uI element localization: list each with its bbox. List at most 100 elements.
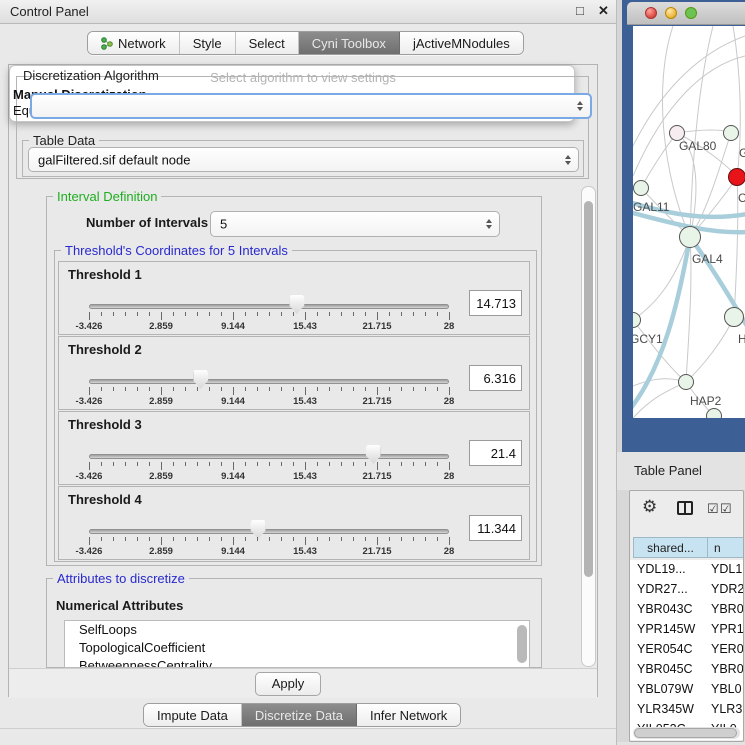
cell-name: YPR1 bbox=[711, 622, 744, 636]
slider-track[interactable] bbox=[89, 529, 449, 534]
algorithm-combobox[interactable] bbox=[30, 93, 592, 119]
network-node-gal11[interactable] bbox=[633, 180, 649, 196]
tab-infer-network[interactable]: Infer Network bbox=[357, 704, 460, 726]
close-traffic-light-icon[interactable] bbox=[645, 7, 657, 19]
tab-select[interactable]: Select bbox=[236, 32, 299, 54]
table-row[interactable]: YPR145W YPR1 bbox=[630, 620, 743, 640]
table-data-combobox[interactable]: galFiltered.sif default node bbox=[28, 147, 579, 172]
node-label: H bbox=[738, 332, 745, 346]
minimize-traffic-light-icon[interactable] bbox=[665, 7, 677, 19]
network-window-titlebar[interactable] bbox=[627, 2, 745, 25]
cell-shared-name: YBL079W bbox=[637, 682, 693, 696]
gear-icon[interactable]: ⚙ bbox=[642, 497, 657, 517]
threshold-box: Threshold 2 -3.4262.8599.14415.4321.7152… bbox=[58, 336, 530, 410]
column-header-shared[interactable]: shared... bbox=[633, 537, 708, 558]
slider-track[interactable] bbox=[89, 454, 449, 459]
table-row[interactable]: YBR045CYBR0 bbox=[630, 660, 743, 680]
list-scrollbar[interactable] bbox=[517, 625, 527, 663]
slider-ticks bbox=[89, 312, 449, 321]
network-node-c[interactable] bbox=[728, 168, 745, 186]
threshold-box: Threshold 4 -3.4262.8599.14415.4321.7152… bbox=[58, 486, 530, 560]
slider-ticks bbox=[89, 537, 449, 546]
network-node-ga[interactable] bbox=[723, 125, 739, 141]
table-row[interactable]: YDL19... YDL1 bbox=[630, 560, 743, 580]
node-label: GA bbox=[739, 146, 745, 160]
threshold-slider[interactable]: -3.4262.8599.14415.4321.71528 bbox=[59, 487, 529, 559]
table-row[interactable]: YLR345WYLR3 bbox=[630, 700, 743, 720]
control-panel: Control Panel □ ✕ NetworkStyleSelect Cyni… bbox=[0, 0, 617, 745]
threshold-value-field[interactable] bbox=[469, 515, 522, 541]
table-data-title: Table Data bbox=[29, 133, 99, 148]
slider-tick-labels: -3.4262.8599.14415.4321.71528 bbox=[89, 396, 449, 408]
tab-style[interactable]: Style bbox=[180, 32, 236, 54]
attribute-item[interactable]: SelfLoops bbox=[65, 621, 529, 639]
tab-network[interactable]: Network bbox=[88, 32, 180, 54]
zoom-traffic-light-icon[interactable] bbox=[685, 7, 697, 19]
slider-track[interactable] bbox=[89, 379, 449, 384]
content-scrollbar-thumb[interactable] bbox=[584, 201, 593, 577]
cell-shared-name: YER054C bbox=[637, 642, 693, 656]
network-node[interactable] bbox=[706, 408, 722, 418]
cell-shared-name: YBR043C bbox=[637, 602, 693, 616]
table-row[interactable]: YER054CYER0 bbox=[630, 640, 743, 660]
slider-track[interactable] bbox=[89, 304, 449, 309]
table-data-value: galFiltered.sif default node bbox=[38, 152, 190, 167]
checkbox-checked-icon[interactable]: ☑ bbox=[707, 501, 719, 517]
cell-shared-name: YPR145W bbox=[637, 622, 695, 636]
table-row[interactable]: YBL079W YBL0 bbox=[630, 680, 743, 700]
table-rows: YDL19...YDL1YDR27...YDR2YBR043CYBR0YPR14… bbox=[630, 560, 743, 740]
threshold-box: Threshold 3 -3.4262.8599.14415.4321.7152… bbox=[58, 411, 530, 485]
threshold-slider[interactable]: -3.4262.8599.14415.4321.71528 bbox=[59, 337, 529, 409]
network-node-gal4[interactable] bbox=[679, 226, 701, 248]
network-node-h[interactable] bbox=[724, 307, 744, 327]
apply-button[interactable]: Apply bbox=[255, 672, 321, 696]
network-node-hap2[interactable] bbox=[678, 374, 694, 390]
threshold-slider[interactable]: -3.4262.8599.14415.4321.71528 bbox=[59, 412, 529, 484]
tab-label: Discretize Data bbox=[255, 708, 343, 723]
threshold-value-field[interactable] bbox=[469, 290, 522, 316]
attribute-item[interactable]: TopologicalCoefficient bbox=[65, 639, 529, 657]
number-of-intervals-label: Number of Intervals bbox=[86, 215, 208, 230]
threshold-value-field[interactable] bbox=[469, 365, 522, 391]
tab-cyni-toolbox[interactable]: Cyni Toolbox bbox=[299, 32, 400, 54]
network-canvas[interactable]: GAL80GACGAL11GAL4GCY1HHAP2 bbox=[633, 26, 745, 418]
table-toolbar: ⚙ ☑ ☑ bbox=[630, 495, 743, 525]
tab-jactivemnodules[interactable]: jActiveMNodules bbox=[400, 32, 523, 54]
node-label: GCY1 bbox=[633, 332, 663, 346]
tab-discretize-data[interactable]: Discretize Data bbox=[242, 704, 357, 726]
node-label: C bbox=[738, 191, 745, 205]
split-columns-icon[interactable] bbox=[677, 501, 693, 515]
content-scrollbar[interactable] bbox=[581, 186, 596, 667]
cell-shared-name: YDL19... bbox=[637, 562, 686, 576]
node-label: GAL4 bbox=[692, 252, 723, 266]
threshold-value-field[interactable] bbox=[469, 440, 522, 466]
float-icon[interactable]: □ bbox=[576, 3, 584, 18]
attribute-item[interactable]: BetweennessCentrality bbox=[65, 657, 529, 668]
checkbox-checked-icon[interactable]: ☑ bbox=[720, 501, 732, 517]
control-panel-titlebar: Control Panel □ ✕ bbox=[0, 0, 616, 24]
tab-impute-data[interactable]: Impute Data bbox=[144, 704, 242, 726]
numerical-attributes-list[interactable]: SelfLoopsTopologicalCoefficientBetweenne… bbox=[64, 620, 530, 668]
slider-ticks bbox=[89, 462, 449, 471]
slider-tick-labels: -3.4262.8599.14415.4321.71528 bbox=[89, 546, 449, 558]
table-hscrollbar-thumb[interactable] bbox=[634, 728, 737, 738]
tab-label: jActiveMNodules bbox=[413, 36, 510, 51]
tab-label: Impute Data bbox=[157, 708, 228, 723]
cell-name: YDL1 bbox=[711, 562, 742, 576]
cell-name: YBL0 bbox=[711, 682, 742, 696]
tab-label: Cyni Toolbox bbox=[312, 36, 386, 51]
table-row[interactable]: YDR27...YDR2 bbox=[630, 580, 743, 600]
apply-strip: Apply bbox=[9, 668, 597, 698]
cyni-toolbox-content: Discretization Algorithm Select algorith… bbox=[8, 64, 598, 697]
table-hscrollbar[interactable] bbox=[633, 727, 740, 739]
table-row[interactable]: YBR043CYBR0 bbox=[630, 600, 743, 620]
threshold-box: Threshold 1 -3.4262.8599.14415.4321.7152… bbox=[58, 261, 530, 335]
close-icon[interactable]: ✕ bbox=[598, 3, 609, 19]
tab-label: Infer Network bbox=[370, 708, 447, 723]
cell-shared-name: YLR345W bbox=[637, 702, 694, 716]
threshold-slider[interactable]: -3.4262.8599.14415.4321.71528 bbox=[59, 262, 529, 334]
column-header-name[interactable]: n bbox=[707, 537, 744, 558]
numerical-attributes-label: Numerical Attributes bbox=[56, 598, 183, 613]
attributes-group-title: Attributes to discretize bbox=[53, 571, 189, 586]
number-of-intervals-combobox[interactable]: 5 bbox=[210, 211, 500, 237]
